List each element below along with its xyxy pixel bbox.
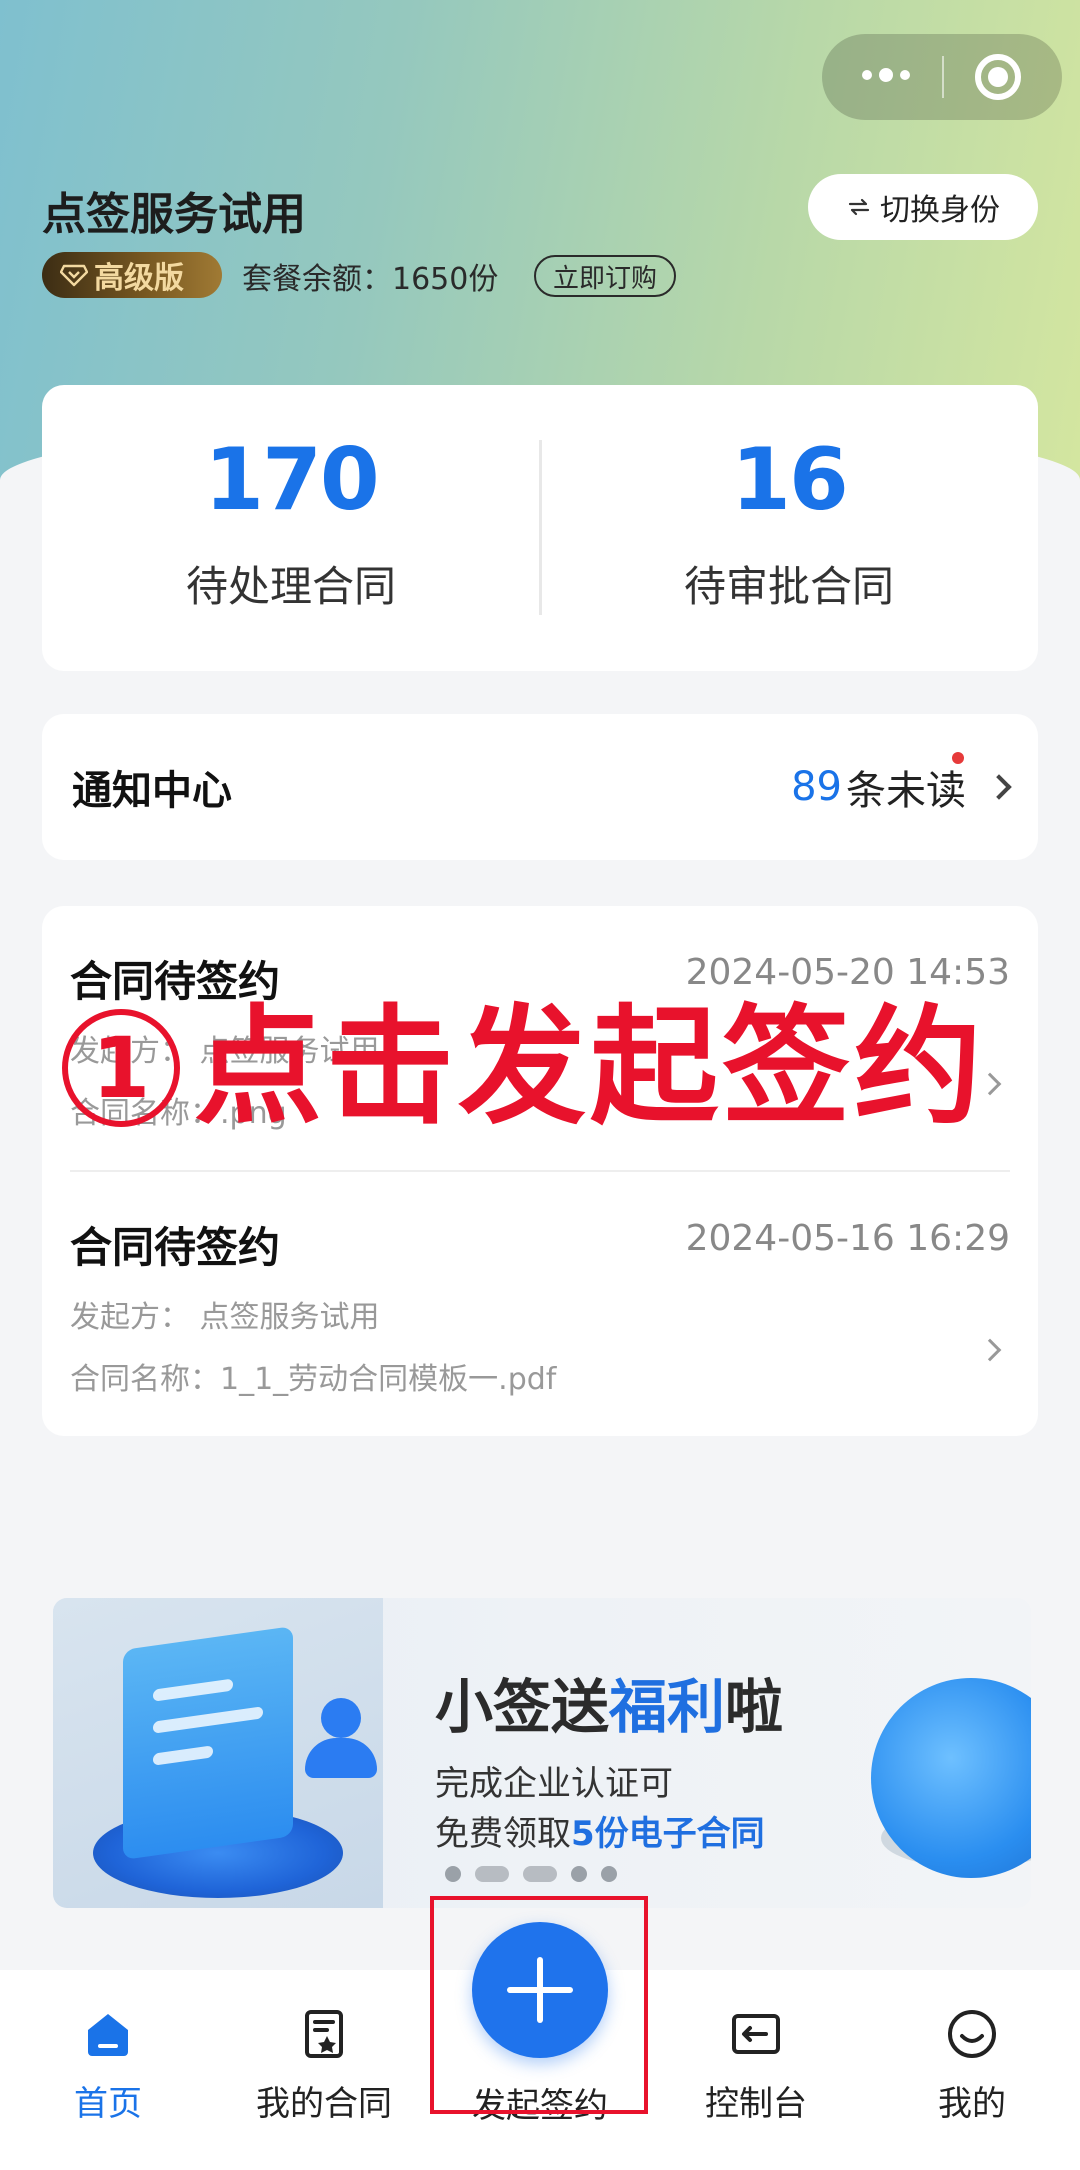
capsule-divider	[942, 56, 944, 98]
banner-title: 小签送福利啦	[435, 1660, 783, 1744]
banner-line-2-pre: 免费领取	[435, 1814, 571, 1854]
home-icon	[80, 2006, 136, 2062]
notification-title: 通知中心	[72, 768, 232, 814]
tab-home[interactable]: 首页	[0, 1970, 216, 2124]
list-item[interactable]: 合同待签约 2024-05-16 16:29 发起方： 点签服务试用 合同名称：…	[70, 1214, 1010, 1414]
pager-dot[interactable]	[601, 1866, 617, 1882]
plan-badge-label: 高级版	[94, 261, 184, 296]
stat-value: 170	[204, 430, 380, 530]
swap-icon	[848, 198, 870, 216]
more-icon[interactable]	[862, 68, 910, 82]
contract-list: 合同待签约 2024-05-20 14:53 发起方： 点签服务试用 合同名称：…	[42, 906, 1038, 1436]
person-icon	[321, 1698, 361, 1738]
banner-title-post: 啦	[725, 1673, 784, 1741]
banner-illustration	[53, 1598, 383, 1908]
tab-label: 首页	[74, 2084, 142, 2124]
unread-count: 89	[791, 764, 842, 810]
pager-dot[interactable]	[523, 1866, 557, 1882]
notification-center[interactable]: 通知中心 89 条未读	[42, 714, 1038, 860]
carousel-pager[interactable]	[445, 1866, 617, 1882]
stats-card: 170 待处理合同 16 待审批合同	[42, 385, 1038, 671]
person-body-graphic	[305, 1738, 377, 1778]
tab-mine[interactable]: 我的	[864, 1970, 1080, 2124]
switch-identity-button[interactable]: 切换身份	[808, 174, 1038, 240]
highlight-box	[430, 1896, 648, 2114]
contract-initiator: 发起方： 点签服务试用	[70, 1300, 380, 1335]
contract-time: 2024-05-20 14:53	[685, 952, 1010, 993]
tab-label: 我的	[938, 2084, 1006, 2124]
order-now-button[interactable]: 立即订购	[534, 255, 676, 297]
banner-line-1: 完成企业认证可	[435, 1764, 673, 1804]
tab-my-contracts[interactable]: 我的合同	[216, 1970, 432, 2124]
contract-name: 合同名称：1_1_劳动合同模板一.pdf	[70, 1362, 557, 1397]
pager-dot[interactable]	[571, 1866, 587, 1882]
org-name: 点签服务试用	[42, 189, 306, 240]
switch-identity-label: 切换身份	[880, 193, 1000, 228]
stat-pending-contracts[interactable]: 170 待处理合同	[42, 385, 540, 671]
tab-label: 我的合同	[256, 2084, 392, 2124]
contract-status: 合同待签约	[70, 1223, 281, 1272]
diamond-icon	[60, 264, 88, 287]
banner-line-2-highlight: 5份电子合同	[571, 1814, 765, 1854]
banner-title-pre: 小签送	[435, 1673, 610, 1741]
stat-value: 16	[731, 430, 849, 530]
annotation-text: 点击发起签约	[194, 993, 987, 1142]
chevron-right-icon	[986, 774, 1012, 800]
contract-time: 2024-05-16 16:29	[685, 1218, 1010, 1259]
unread-suffix: 条未读	[846, 768, 966, 814]
unread-dot	[952, 752, 964, 764]
stats-divider	[539, 440, 542, 615]
list-divider	[70, 1170, 1010, 1172]
tab-label: 控制台	[705, 2084, 807, 2124]
stat-label: 待审批合同	[683, 562, 894, 611]
plan-quota: 套餐余额：1650份	[242, 262, 499, 297]
document-graphic	[123, 1626, 293, 1860]
plan-badge: 高级版	[42, 252, 222, 298]
promo-banner[interactable]: 小签送福利啦 完成企业认证可 免费领取5份电子合同	[53, 1598, 1031, 1908]
console-icon	[728, 2006, 784, 2062]
unread-indicator: 89 条未读	[791, 752, 1012, 816]
smiley-icon	[944, 2006, 1000, 2062]
contract-icon	[296, 2006, 352, 2062]
banner-title-highlight: 福利	[609, 1673, 726, 1741]
tutorial-annotation: 1 点击发起签约	[62, 1004, 986, 1132]
pager-dot[interactable]	[445, 1866, 461, 1882]
pager-dot-active[interactable]	[475, 1866, 509, 1882]
banner-line-2: 免费领取5份电子合同	[435, 1806, 765, 1855]
stat-label: 待处理合同	[185, 562, 396, 611]
stat-approval-contracts[interactable]: 16 待审批合同	[540, 385, 1038, 671]
step-number: 1	[62, 1009, 180, 1127]
tab-console[interactable]: 控制台	[648, 1970, 864, 2124]
close-miniprogram-icon[interactable]	[975, 54, 1021, 100]
miniprogram-capsule[interactable]	[822, 34, 1062, 120]
chevron-right-icon	[978, 1338, 1002, 1362]
